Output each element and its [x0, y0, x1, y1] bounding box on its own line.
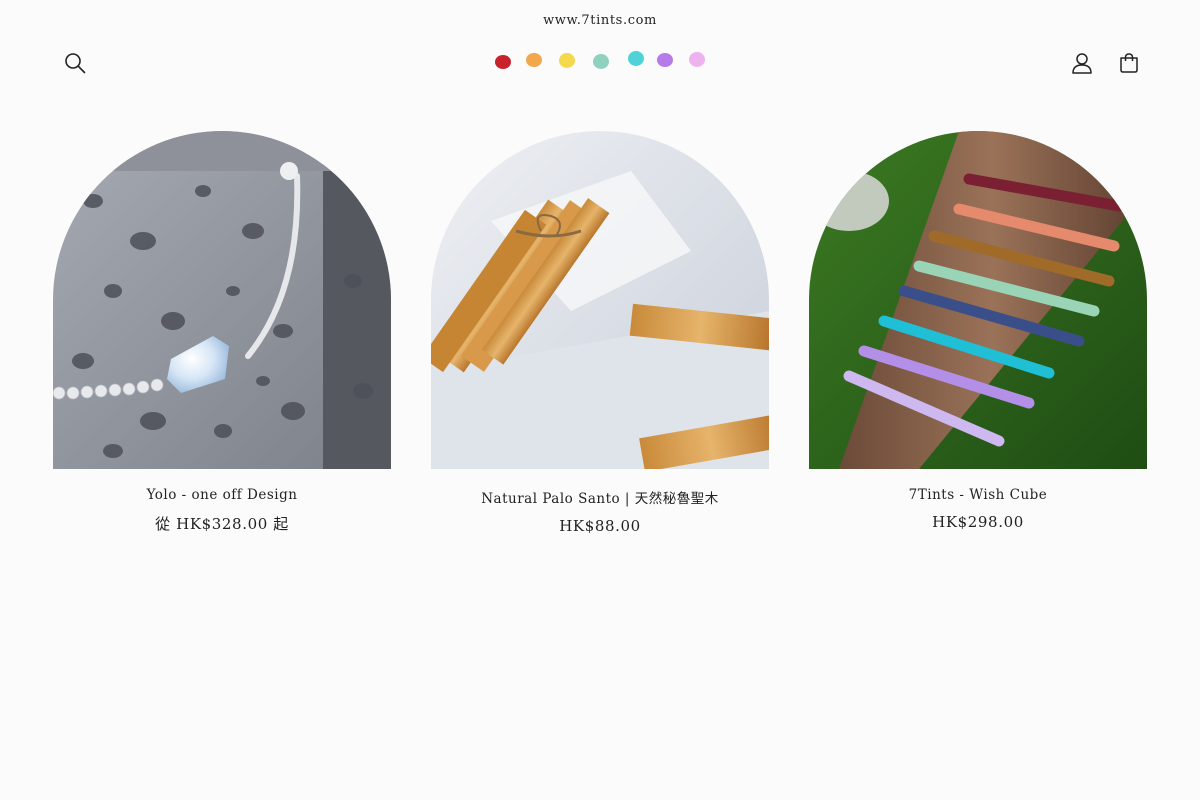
product-title[interactable]: Natural Palo Santo | 天然秘魯聖木: [481, 487, 719, 507]
product-title[interactable]: 7Tints - Wish Cube: [909, 487, 1048, 503]
announcement-text[interactable]: www.7tints.com: [543, 13, 657, 28]
product-card[interactable]: Yolo - one off Design 從 HK$328.00 起: [53, 131, 391, 551]
logo-dot-purple: [657, 53, 673, 67]
announcement-bar: www.7tints.com: [0, 0, 1200, 40]
account-icon: [1072, 53, 1092, 74]
product-image[interactable]: [809, 131, 1147, 469]
product-grid: Yolo - one off Design 從 HK$328.00 起 Natu…: [53, 131, 1147, 551]
logo-dot-red: [495, 55, 511, 69]
logo-dot-orange: [526, 53, 542, 67]
search-icon: [65, 53, 86, 74]
product-title[interactable]: Yolo - one off Design: [147, 487, 298, 503]
site-header: [0, 40, 1200, 86]
product-image[interactable]: [53, 131, 391, 469]
site-logo[interactable]: [492, 46, 710, 76]
logo-dot-cyan: [628, 51, 644, 66]
product-card[interactable]: Natural Palo Santo | 天然秘魯聖木 HK$88.00: [431, 131, 769, 551]
product-price: HK$298.00: [932, 513, 1024, 531]
logo-dot-mint: [593, 54, 609, 69]
product-image[interactable]: [431, 131, 769, 469]
cart-icon: [1120, 53, 1138, 73]
product-card[interactable]: 7Tints - Wish Cube HK$298.00: [809, 131, 1147, 551]
logo-dot-yellow: [559, 53, 575, 68]
account-button[interactable]: [1065, 46, 1099, 80]
cart-button[interactable]: [1112, 46, 1146, 80]
product-price: HK$88.00: [559, 517, 641, 535]
logo-dot-pink: [689, 52, 705, 67]
search-button[interactable]: [58, 46, 92, 80]
product-price: 從 HK$328.00 起: [155, 515, 289, 533]
